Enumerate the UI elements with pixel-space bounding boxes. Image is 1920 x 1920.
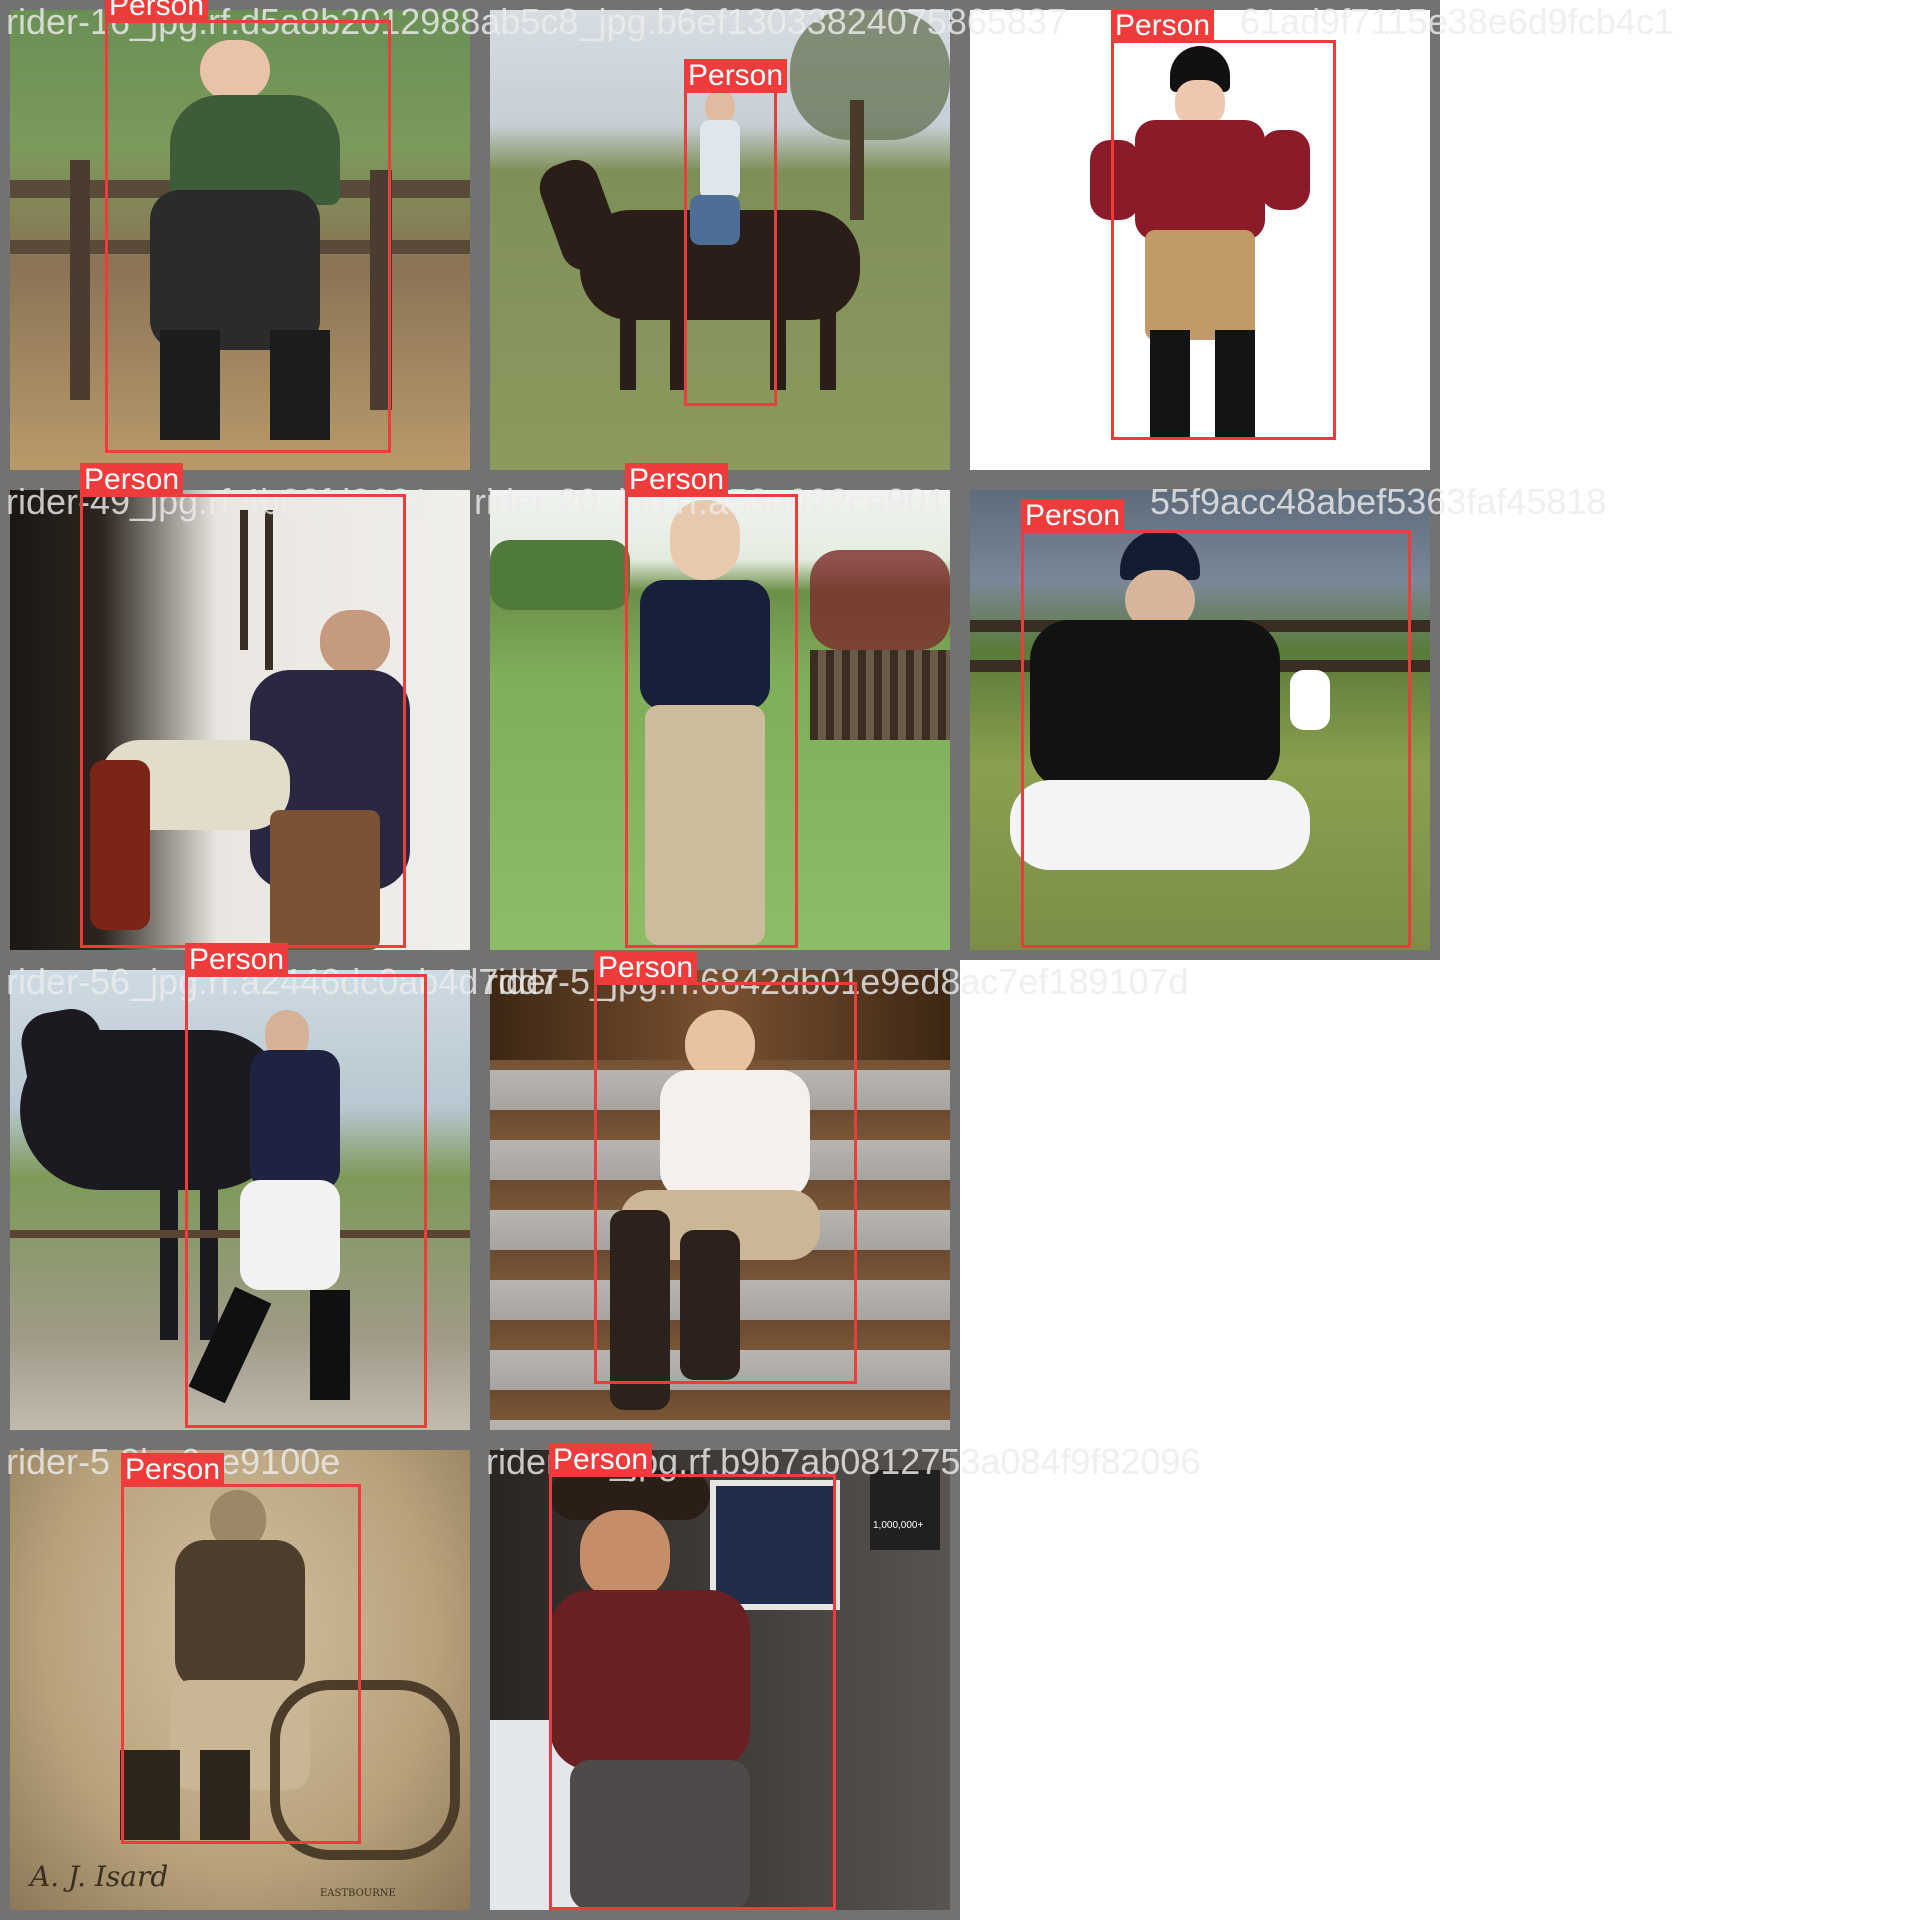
- person-bounding-box: Person: [625, 463, 798, 948]
- person-bounding-box: Person: [684, 59, 788, 406]
- person-bounding-box: Person: [594, 951, 857, 1384]
- class-label: Person: [594, 951, 698, 985]
- class-label: Person: [80, 463, 184, 497]
- person-bounding-box: Person: [549, 1443, 836, 1910]
- person-bounding-box: Person: [185, 943, 427, 1428]
- person-bounding-box: Person: [121, 1453, 361, 1844]
- poster-text: 1,000,000+: [873, 1520, 924, 1531]
- class-label: Person: [684, 59, 788, 93]
- person-bounding-box: Person: [1021, 499, 1411, 948]
- person-bounding-box: Person: [80, 463, 406, 948]
- studio-text: EASTBOURNE: [320, 1888, 396, 1899]
- class-label: Person: [185, 943, 289, 977]
- class-label: Person: [549, 1443, 653, 1477]
- class-label: Person: [1021, 499, 1125, 533]
- signature-text: A. J. Isard: [30, 1860, 169, 1893]
- detection-mosaic: A. J. Isard EASTBOURNE 1,000,000+ rider-…: [0, 0, 1920, 1920]
- class-label: Person: [1111, 9, 1215, 43]
- person-bounding-box: Person: [105, 0, 391, 453]
- class-label: Person: [625, 463, 729, 497]
- class-label: Person: [105, 0, 209, 23]
- class-label: Person: [121, 1453, 225, 1487]
- person-bounding-box: Person: [1111, 9, 1336, 440]
